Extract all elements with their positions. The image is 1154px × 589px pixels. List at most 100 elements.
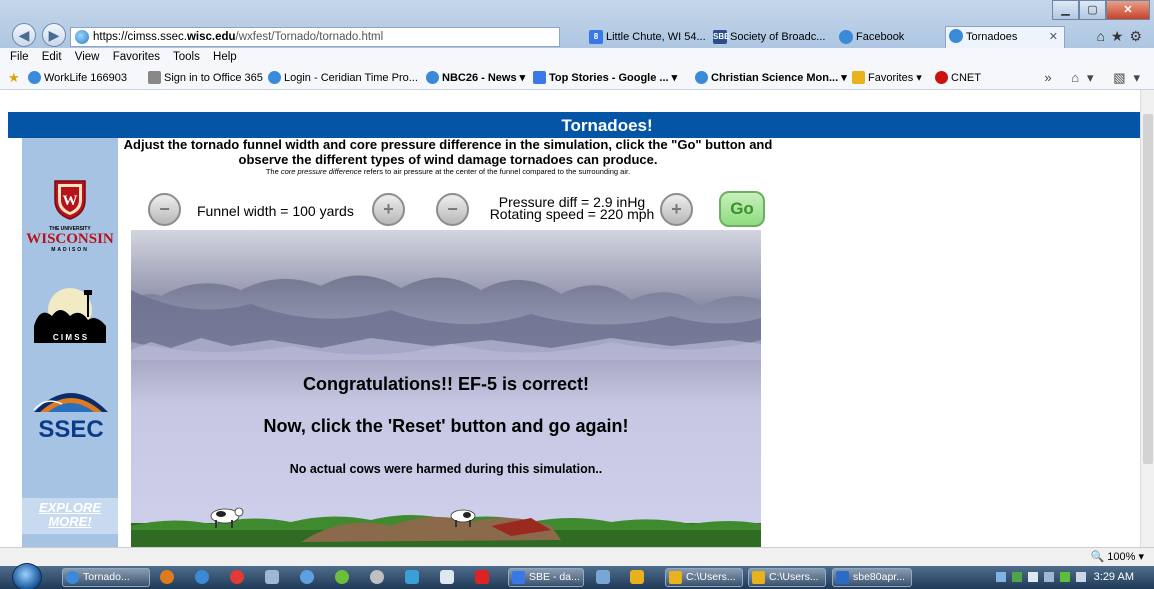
instructions-note: The core pressure difference refers to a…: [118, 167, 778, 176]
google-icon: 8: [589, 30, 603, 44]
firefox-icon[interactable]: [160, 570, 174, 584]
taskbar-label: SBE - da...: [529, 571, 580, 583]
fav-google-top-stories[interactable]: Top Stories - Google ... ▾: [533, 66, 678, 89]
fav-worklife[interactable]: WorkLife 166903: [28, 66, 127, 89]
maximize-button[interactable]: ▢: [1079, 0, 1106, 20]
menu-help[interactable]: Help: [213, 51, 237, 63]
ie-icon[interactable]: [195, 570, 209, 584]
forward-button[interactable]: ▶: [42, 23, 66, 47]
tab-sbe[interactable]: SBE Society of Broadc...: [710, 28, 836, 47]
command-bar-icons[interactable]: » ⌂▾ ▧▾: [1044, 66, 1148, 89]
zoom-level[interactable]: 🔍 100% ▾: [1091, 548, 1144, 566]
fav-nbc26[interactable]: NBC26 - News ▾: [426, 66, 526, 89]
menu-edit[interactable]: Edit: [42, 51, 62, 63]
ie-icon: [426, 71, 439, 84]
menu-favorites[interactable]: Favorites: [113, 51, 160, 63]
go-button[interactable]: Go: [719, 191, 765, 227]
page-title: Tornadoes!: [8, 112, 1146, 138]
explore-more-link[interactable]: EXPLORE MORE!: [22, 498, 118, 534]
note-suffix: refers to air pressure at the center of …: [361, 167, 631, 176]
pressure-readout: Pressure diff = 2.9 inHg Rotating speed …: [482, 195, 662, 221]
app-icon[interactable]: [370, 570, 384, 584]
fav-label: WorkLife 166903: [44, 72, 127, 84]
tab-little-chute[interactable]: 8 Little Chute, WI 54...: [586, 28, 726, 47]
folder-icon: [852, 71, 865, 84]
fav-label: NBC26 - News ▾: [442, 72, 526, 84]
cimss-logo-icon[interactable]: C I M S S: [30, 286, 110, 346]
window-controls: ▁ ▢ ✕: [1052, 0, 1150, 20]
favorites-star-icon[interactable]: ★: [8, 66, 20, 89]
taskbar-item-sbe[interactable]: SBE - da...: [508, 568, 584, 587]
close-window-button[interactable]: ✕: [1106, 0, 1150, 20]
ssec-text: SSEC: [38, 416, 103, 443]
app-icon[interactable]: [265, 570, 279, 584]
disclaimer: No actual cows were harmed during this s…: [289, 462, 603, 476]
fav-label: Sign in to Office 365: [164, 72, 263, 84]
start-button[interactable]: [12, 563, 42, 589]
page-icon: [148, 71, 161, 84]
app-icon[interactable]: [300, 570, 314, 584]
uw-sub-text: MADISON: [51, 247, 89, 253]
google-icon: [512, 571, 525, 584]
fav-office365[interactable]: Sign in to Office 365: [148, 66, 263, 89]
app-icon[interactable]: [630, 570, 644, 584]
scroll-thumb[interactable]: [1143, 114, 1153, 464]
menu-tools[interactable]: Tools: [173, 51, 200, 63]
fav-label: Login - Ceridian Time Pro...: [284, 72, 418, 84]
menu-view[interactable]: View: [75, 51, 100, 63]
taskbar-item-explorer-2[interactable]: C:\Users...: [748, 568, 826, 587]
pressure-increase-button[interactable]: +: [660, 193, 693, 226]
close-icon[interactable]: ✕: [1049, 27, 1058, 47]
taskbar-item-tornado[interactable]: Tornado...: [62, 568, 150, 587]
app-icon[interactable]: [475, 570, 489, 584]
app-icon[interactable]: [596, 570, 610, 584]
taskbar-item-explorer-1[interactable]: C:\Users...: [665, 568, 743, 587]
menu-file[interactable]: File: [10, 51, 29, 63]
home-star-gear-icons[interactable]: ⌂★⚙: [1096, 28, 1148, 45]
funnel-width-decrease-button[interactable]: −: [148, 193, 181, 226]
pressure-decrease-button[interactable]: −: [436, 193, 469, 226]
folder-icon: [752, 571, 765, 584]
chrome-icon[interactable]: [230, 570, 244, 584]
fav-label: Christian Science Mon... ▾: [711, 72, 847, 84]
fav-csmonitor[interactable]: Christian Science Mon... ▾: [695, 66, 847, 89]
sidebar: W THE UNIVERSITY WISCONSIN MADISON C I M…: [22, 138, 118, 547]
app-icon[interactable]: [335, 570, 349, 584]
fav-cnet[interactable]: CNET: [935, 66, 981, 89]
vertical-scrollbar[interactable]: [1140, 90, 1154, 547]
ie-icon: [268, 71, 281, 84]
tab-facebook[interactable]: Facebook: [836, 28, 936, 47]
tab-label: Little Chute, WI 54...: [606, 31, 706, 43]
ie-icon: [949, 29, 963, 43]
favorites-bar: ★ WorkLife 166903 Sign in to Office 365 …: [0, 66, 1154, 90]
back-button[interactable]: ◀: [12, 23, 36, 47]
menu-bar: File Edit View Favorites Tools Help: [0, 48, 1154, 66]
tornado-simulation: Congratulations!! EF-5 is correct! Now, …: [131, 230, 761, 547]
clock[interactable]: 3:29 AM: [1094, 566, 1134, 589]
taskbar-label: C:\Users...: [686, 571, 736, 583]
url-host-bold: wisc.edu: [186, 31, 236, 43]
taskbar-item-sbe80apr[interactable]: sbe80apr...: [832, 568, 912, 587]
uw-crest-icon[interactable]: W: [52, 178, 88, 220]
system-tray-icons[interactable]: [996, 571, 1092, 584]
web-page: Tornadoes! W THE UNIVERSITY WISCONSIN MA…: [0, 90, 1154, 547]
tab-label: Society of Broadc...: [730, 31, 826, 43]
funnel-width-increase-button[interactable]: +: [372, 193, 405, 226]
note-emphasis: core pressure difference: [280, 167, 362, 176]
result-message: Congratulations!! EF-5 is correct!: [302, 374, 590, 394]
fav-ceridian[interactable]: Login - Ceridian Time Pro...: [268, 66, 418, 89]
outlook-icon[interactable]: [405, 570, 419, 584]
fav-favorites-folder[interactable]: Favorites ▾: [852, 66, 922, 89]
word-icon: [836, 571, 849, 584]
ie-icon: [28, 71, 41, 84]
uw-name-text: WISCONSIN: [26, 231, 114, 247]
document-icon[interactable]: [440, 570, 454, 584]
tab-tornadoes[interactable]: Tornadoes ✕: [945, 26, 1065, 48]
tab-label: Facebook: [856, 31, 905, 43]
ssec-logo-icon[interactable]: SSEC: [26, 382, 116, 444]
fav-label: Top Stories - Google ... ▾: [549, 72, 678, 84]
status-bar: 🔍 100% ▾: [0, 547, 1154, 566]
minimize-button[interactable]: ▁: [1052, 0, 1079, 20]
google-icon: [533, 71, 546, 84]
address-bar[interactable]: https://cimss.ssec.wisc.edu/wxfest/Torna…: [70, 27, 560, 47]
